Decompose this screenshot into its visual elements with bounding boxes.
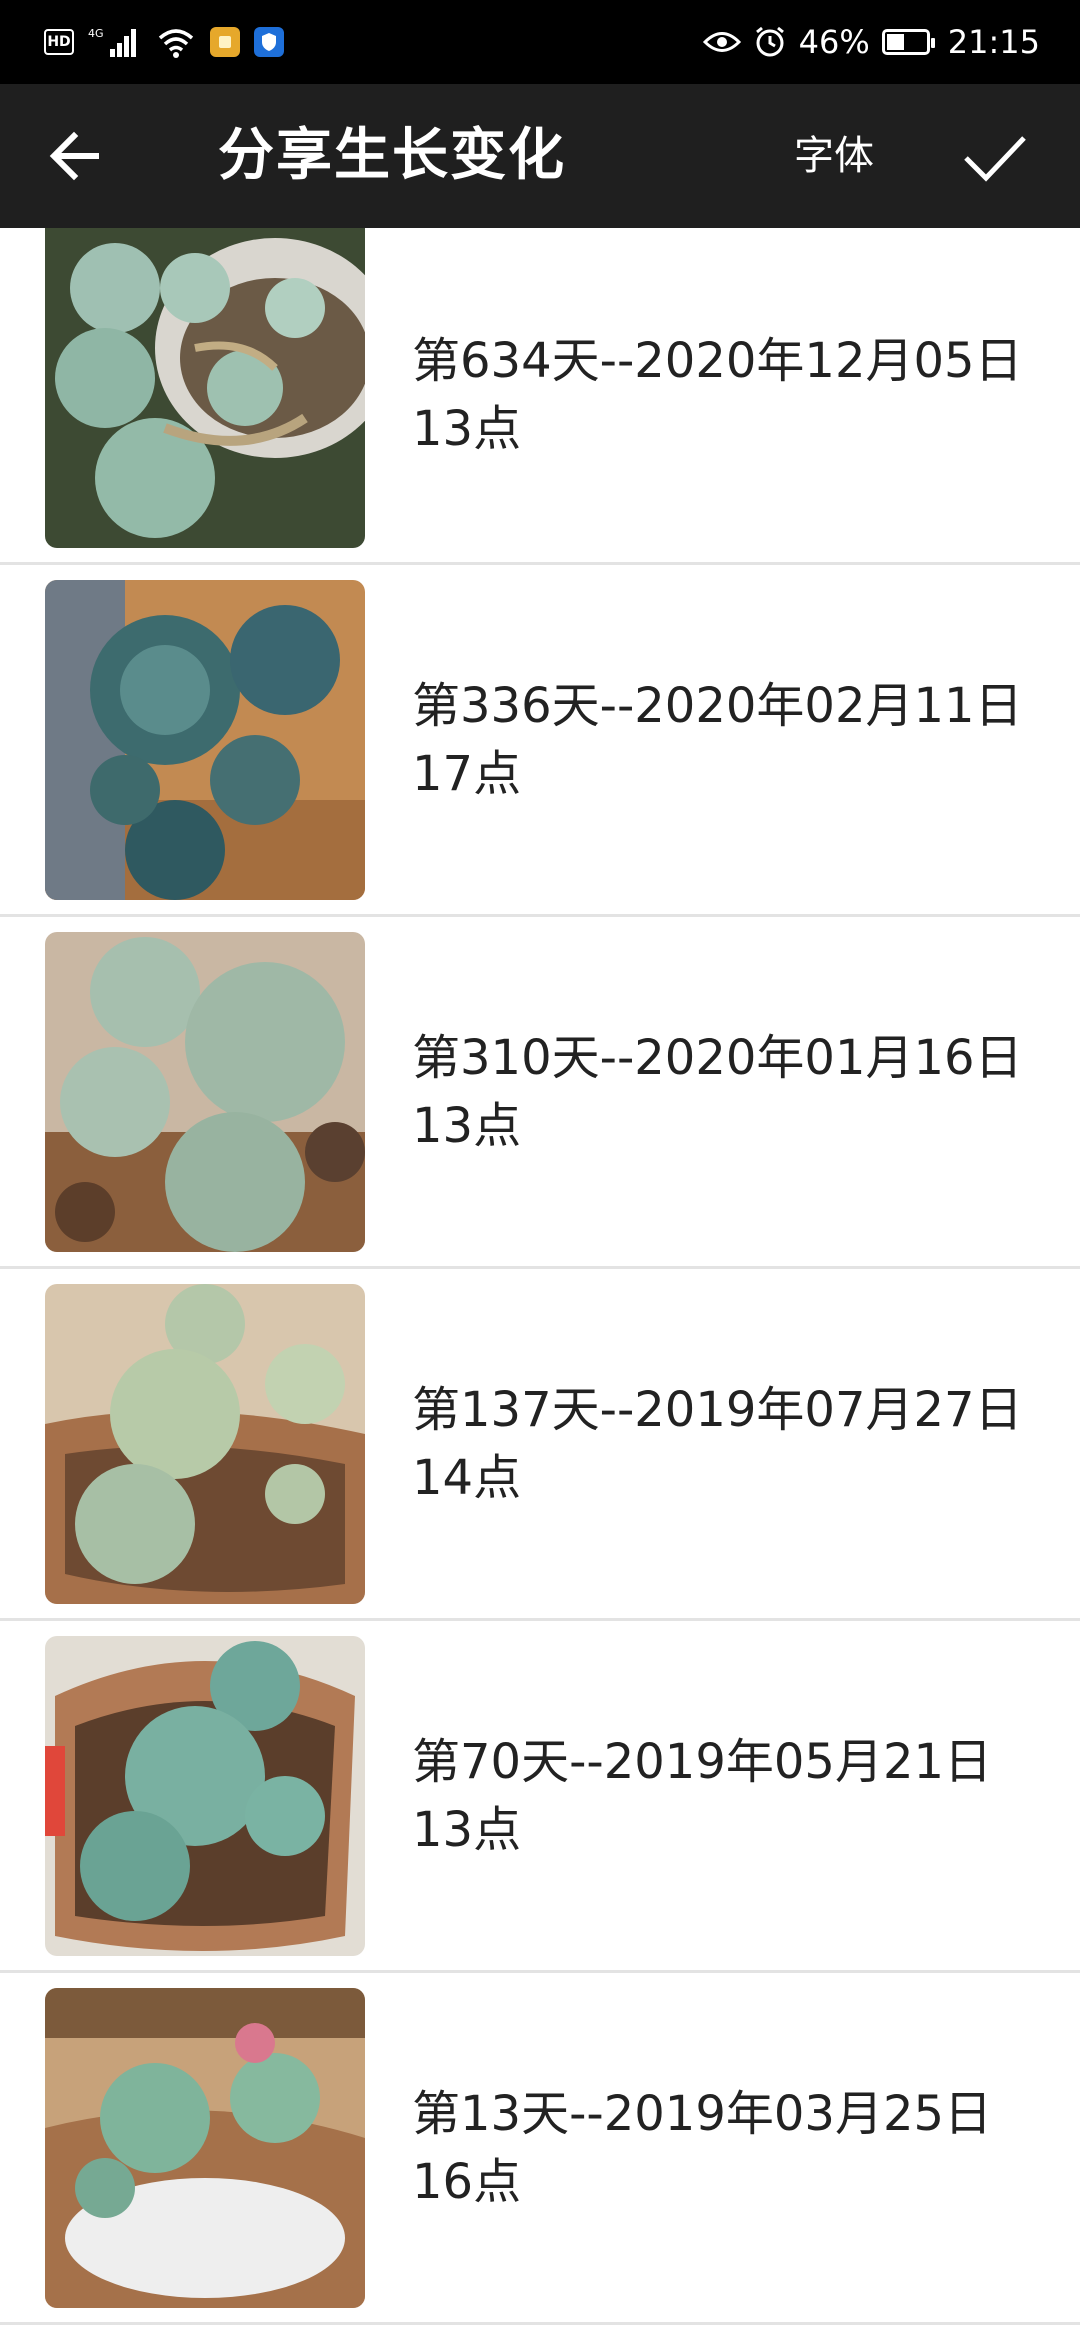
status-left-icons: HD 4G	[44, 22, 284, 62]
alarm-icon	[755, 26, 784, 57]
notification-app-icon	[210, 27, 240, 57]
list-item[interactable]: 第310天--2020年01月16日 13点	[0, 917, 1080, 1269]
signal-icon: 4G	[88, 27, 136, 57]
plant-photo-thumbnail[interactable]	[45, 932, 365, 1252]
list-item[interactable]: 第137天--2019年07月27日 14点	[0, 1269, 1080, 1621]
confirm-button[interactable]	[960, 128, 1030, 188]
hd-badge: HD	[44, 29, 74, 55]
wifi-icon	[158, 29, 194, 58]
toolbar: 分享生长变化 字体	[0, 84, 1080, 228]
record-caption: 第634天--2020年12月05日 13点	[412, 228, 1040, 562]
checkmark-icon	[964, 136, 1026, 182]
record-hour: 13点	[412, 1801, 522, 1858]
eye-icon	[702, 32, 741, 52]
plant-photo-thumbnail[interactable]	[45, 580, 365, 900]
record-day-date: 第310天--2020年01月16日	[412, 1029, 1023, 1086]
list-item[interactable]: 第13天--2019年03月25日 16点	[0, 1973, 1080, 2325]
network-type-label: 4G	[88, 27, 104, 40]
shield-icon	[254, 27, 284, 57]
record-day-date: 第13天--2019年03月25日	[412, 2085, 993, 2142]
record-caption: 第137天--2019年07月27日 14点	[412, 1269, 1040, 1618]
record-hour: 13点	[412, 401, 522, 457]
back-button[interactable]	[44, 124, 108, 188]
record-day-date: 第336天--2020年02月11日	[412, 677, 1023, 734]
record-hour: 13点	[412, 1097, 522, 1154]
battery-icon	[881, 29, 935, 55]
list-item[interactable]: 第336天--2020年02月11日 17点	[0, 565, 1080, 917]
list-item[interactable]: 第70天--2019年05月21日 13点	[0, 1621, 1080, 1973]
battery-fill	[886, 34, 904, 50]
record-caption: 第336天--2020年02月11日 17点	[412, 565, 1040, 914]
growth-record-list: 第634天--2020年12月05日 13点 第336天--2020年02月11…	[0, 228, 1080, 2325]
battery-percent: 46%	[798, 23, 870, 61]
list-item[interactable]: 第634天--2020年12月05日 13点	[0, 228, 1080, 565]
record-hour: 16点	[412, 2153, 522, 2210]
plant-photo-thumbnail[interactable]	[45, 1636, 365, 1956]
record-day-date: 第137天--2019年07月27日	[412, 1381, 1023, 1438]
record-caption: 第310天--2020年01月16日 13点	[412, 917, 1040, 1266]
plant-photo-thumbnail[interactable]	[45, 1284, 365, 1604]
font-button[interactable]: 字体	[794, 132, 874, 180]
record-day-date: 第634天--2020年12月05日	[412, 333, 1023, 389]
plant-photo-thumbnail[interactable]	[45, 1988, 365, 2308]
clock-time: 21:15	[947, 23, 1040, 61]
record-caption: 第70天--2019年05月21日 13点	[412, 1621, 1040, 1970]
page-title: 分享生长变化	[218, 123, 566, 188]
record-day-date: 第70天--2019年05月21日	[412, 1733, 993, 1790]
status-bar: HD 4G 46% 21:15	[0, 0, 1080, 84]
status-right-icons: 46% 21:15	[702, 18, 1040, 66]
arrow-left-icon	[49, 131, 99, 181]
plant-photo-thumbnail[interactable]	[45, 228, 365, 548]
record-hour: 17点	[412, 745, 522, 802]
record-hour: 14点	[412, 1449, 522, 1506]
record-caption: 第13天--2019年03月25日 16点	[412, 1973, 1040, 2322]
